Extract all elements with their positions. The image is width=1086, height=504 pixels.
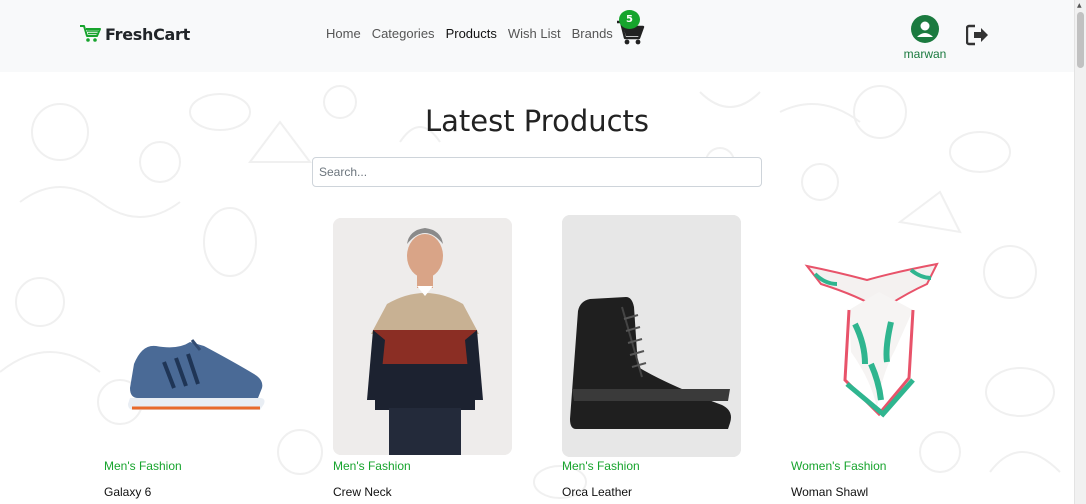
brand-logo[interactable]: FreshCart — [79, 24, 190, 44]
boot-image-icon — [562, 215, 741, 457]
product-category: Men's Fashion — [333, 459, 411, 473]
page-scrollbar[interactable]: ▲ — [1074, 0, 1086, 504]
sneaker-image-icon — [128, 339, 265, 410]
nav-link-wish-list[interactable]: Wish List — [508, 26, 561, 41]
logout-icon — [965, 24, 988, 46]
product-title[interactable]: Woman Shawl — [791, 485, 868, 499]
product-category: Men's Fashion — [562, 459, 640, 473]
main-nav: Home Categories Products Wish List Brand… — [326, 26, 613, 41]
product-card[interactable]: Men's Fashion Orca Leather — [562, 214, 762, 504]
product-card[interactable]: Women's Fashion Woman Shawl — [791, 214, 991, 504]
cart-button[interactable]: 5 — [616, 10, 646, 48]
product-image[interactable] — [791, 214, 971, 459]
scrollbar-thumb[interactable] — [1077, 12, 1084, 68]
scroll-up-arrow-icon[interactable]: ▲ — [1077, 2, 1082, 9]
product-image[interactable] — [333, 218, 512, 455]
page-title: Latest Products — [424, 104, 650, 138]
logout-button[interactable] — [965, 24, 990, 50]
product-category: Women's Fashion — [791, 459, 887, 473]
scarf-image-icon — [804, 262, 939, 418]
top-navbar: FreshCart Home Categories Products Wish … — [0, 0, 1074, 72]
cart-logo-icon — [80, 25, 101, 42]
nav-link-brands[interactable]: Brands — [572, 26, 613, 41]
search-input[interactable] — [312, 157, 762, 187]
product-card[interactable]: Men's Fashion Crew Neck — [333, 214, 533, 504]
product-title[interactable]: Galaxy 6 — [104, 485, 151, 499]
product-image[interactable] — [562, 215, 741, 457]
user-name: marwan — [903, 47, 947, 61]
user-avatar-icon — [911, 15, 939, 43]
sweater-model-image-icon — [333, 218, 512, 455]
product-title[interactable]: Crew Neck — [333, 485, 392, 499]
cart-count-badge: 5 — [619, 10, 640, 29]
nav-link-categories[interactable]: Categories — [372, 26, 435, 41]
brand-name: FreshCart — [105, 24, 190, 44]
product-category: Men's Fashion — [104, 459, 182, 473]
user-profile[interactable]: marwan — [900, 15, 950, 61]
nav-link-home[interactable]: Home — [326, 26, 361, 41]
product-image[interactable] — [104, 214, 284, 459]
nav-link-products[interactable]: Products — [446, 26, 497, 41]
product-card[interactable]: Men's Fashion Galaxy 6 — [104, 214, 304, 504]
product-title[interactable]: Orca Leather — [562, 485, 632, 499]
